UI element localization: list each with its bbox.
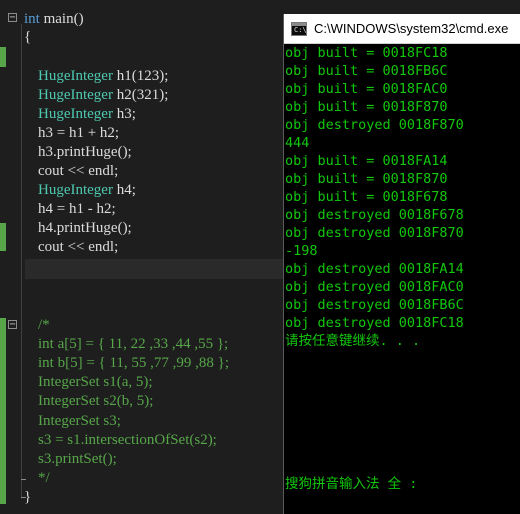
code-line[interactable]: int b[5] = { 11, 55 ,77 ,99 ,88 }; xyxy=(38,354,229,373)
console-output-line: obj built = 0018FA14 xyxy=(285,153,448,169)
code-token: h3; xyxy=(112,106,136,122)
cmd-window-title: C:\WINDOWS\system32\cmd.exe xyxy=(314,21,509,36)
console-output-line: obj destroyed 0018F870 xyxy=(285,117,464,133)
change-marker xyxy=(0,47,6,67)
code-line[interactable]: HugeInteger h4; xyxy=(38,181,136,200)
cmd-window[interactable]: C:\ C:\WINDOWS\system32\cmd.exe obj buil… xyxy=(283,14,520,514)
code-token: HugeInteger xyxy=(38,87,113,103)
code-token: cout << endl; xyxy=(38,163,119,179)
code-line[interactable]: HugeInteger h2(321); xyxy=(38,86,168,105)
code-token: s3.printSet(); xyxy=(38,451,117,467)
console-output-line: obj destroyed 0018FAC0 xyxy=(285,279,464,295)
console-output-line: obj destroyed 0018FA14 xyxy=(285,261,464,277)
cmd-output[interactable]: obj built = 0018FC18 obj built = 0018FB6C… xyxy=(284,44,520,514)
code-line[interactable]: h3 = h1 + h2; xyxy=(38,124,119,143)
code-token: IntegerSet s1(a, 5); xyxy=(38,374,153,390)
code-line[interactable]: IntegerSet s3; xyxy=(38,412,121,431)
console-output-line: obj built = 0018F870 xyxy=(285,99,448,115)
code-token: h1(123); xyxy=(112,68,169,84)
code-token: } xyxy=(24,489,32,505)
console-output-line: obj destroyed 0018F870 xyxy=(285,225,464,241)
console-output-line: -198 xyxy=(285,243,318,259)
code-token: int xyxy=(24,11,40,27)
console-output-line: obj built = 0018FAC0 xyxy=(285,81,448,97)
code-line[interactable]: s3 = s1.intersectionOfSet(s2); xyxy=(38,431,217,450)
outline-guide xyxy=(21,24,22,498)
code-line[interactable]: s3.printSet(); xyxy=(38,450,117,469)
code-token: int a[5] = { 11, 22 ,33 ,44 ,55 }; xyxy=(38,336,229,352)
change-marker xyxy=(0,223,6,251)
code-token: h3 = h1 + h2; xyxy=(38,125,120,141)
console-output-line: obj destroyed 0018FC18 xyxy=(285,315,464,331)
console-output-line: 请按任意键继续. . . xyxy=(285,333,421,349)
code-line[interactable]: int a[5] = { 11, 22 ,33 ,44 ,55 }; xyxy=(38,335,228,354)
code-token: */ xyxy=(38,470,50,486)
code-token: { xyxy=(24,29,32,45)
code-line[interactable]: */ xyxy=(38,469,50,488)
collapse-comment-icon[interactable]: − xyxy=(8,320,17,330)
code-token: s3 = s1.intersectionOfSet(s2); xyxy=(38,432,217,448)
code-token: /* xyxy=(38,317,50,333)
code-line[interactable]: cout << endl; xyxy=(38,238,118,257)
code-token: HugeInteger xyxy=(38,182,113,198)
code-token: HugeInteger xyxy=(38,68,113,84)
code-token: h2(321); xyxy=(112,87,169,103)
code-line[interactable]: h3.printHuge(); xyxy=(38,143,132,162)
code-token: int b[5] = { 11, 55 ,77 ,99 ,88 }; xyxy=(38,355,230,371)
cmd-app-icon: C:\ xyxy=(291,22,307,36)
code-line[interactable]: cout << endl; xyxy=(38,162,118,181)
code-line[interactable]: IntegerSet s2(b, 5); xyxy=(38,392,153,411)
code-token: h4; xyxy=(112,182,136,198)
console-output-line: obj destroyed 0018FB6C xyxy=(285,297,464,313)
ime-status-text: 搜狗拼音输入法 全 : xyxy=(285,476,418,492)
code-token: IntegerSet s3; xyxy=(38,413,121,429)
code-token: h4.printHuge(); xyxy=(38,220,132,236)
code-token: cout << endl; xyxy=(38,239,119,255)
code-token: main() xyxy=(39,11,84,27)
change-marker xyxy=(0,318,6,504)
outline-end xyxy=(21,479,26,480)
current-line-highlight xyxy=(25,259,285,279)
code-line[interactable]: h4 = h1 - h2; xyxy=(38,200,116,219)
console-output-line: obj built = 0018F870 xyxy=(285,171,448,187)
console-output-line: 444 xyxy=(285,135,310,151)
code-line[interactable]: } xyxy=(24,488,31,507)
code-token: HugeInteger xyxy=(38,106,113,122)
code-line[interactable]: { xyxy=(24,28,31,47)
code-token: h4 = h1 - h2; xyxy=(38,201,116,217)
console-output-line: obj built = 0018FB6C xyxy=(285,63,448,79)
code-line[interactable]: int main() xyxy=(24,10,84,29)
console-output-line: obj built = 0018F678 xyxy=(285,189,448,205)
console-output-line: obj built = 0018FC18 xyxy=(285,45,448,61)
code-line[interactable]: h4.printHuge(); xyxy=(38,219,132,238)
collapse-main-icon[interactable]: − xyxy=(8,13,17,23)
code-token: h3.printHuge(); xyxy=(38,144,132,160)
cmd-titlebar[interactable]: C:\ C:\WINDOWS\system32\cmd.exe xyxy=(284,14,520,44)
code-token: IntegerSet s2(b, 5); xyxy=(38,393,154,409)
code-line[interactable]: HugeInteger h3; xyxy=(38,105,136,124)
code-line[interactable]: /* xyxy=(38,316,50,335)
code-line[interactable]: HugeInteger h1(123); xyxy=(38,67,168,86)
console-output-line: obj destroyed 0018F678 xyxy=(285,207,464,223)
code-line[interactable]: IntegerSet s1(a, 5); xyxy=(38,373,153,392)
